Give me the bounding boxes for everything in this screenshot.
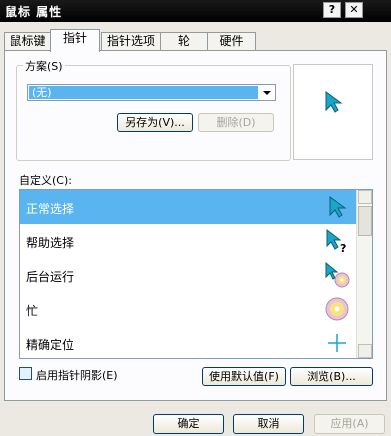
tab-pointer-options[interactable]: 指针选项 — [101, 32, 161, 51]
scroll-down-button[interactable] — [358, 344, 372, 358]
scroll-thumb[interactable] — [358, 206, 372, 236]
scheme-group: 方案(S) (无) 另存为(V)... 删除(D) — [16, 58, 291, 161]
list-item[interactable]: 忙 — [20, 292, 360, 326]
customize-label: 自定义(C): — [19, 174, 72, 187]
list-scrollbar[interactable] — [356, 190, 372, 358]
enable-pointer-shadow-checkbox[interactable] — [19, 367, 32, 380]
list-item[interactable]: 正常选择 — [20, 190, 360, 224]
scheme-value: (无) — [29, 86, 258, 99]
cursor-preview — [293, 64, 373, 160]
list-item-label: 正常选择 — [26, 202, 75, 216]
ok-button[interactable]: 确定 — [153, 414, 224, 434]
tab-pointers[interactable]: 指针 — [50, 29, 100, 52]
list-item[interactable]: 精确定位 — [20, 326, 360, 358]
help-cursor-icon: ? — [326, 228, 346, 254]
enable-pointer-shadow-label: 启用指针阴影(E) — [36, 369, 118, 382]
title-bar: 鼠标 属性 ? ✕ — [0, 0, 391, 22]
svg-text:?: ? — [340, 242, 346, 254]
busy-cursor-icon — [325, 297, 349, 321]
crosshair-cursor-icon — [328, 334, 346, 352]
cancel-button[interactable]: 取消 — [233, 414, 304, 434]
window-title: 鼠标 属性 — [5, 5, 63, 19]
help-button[interactable]: ? — [323, 2, 341, 18]
save-as-button[interactable]: 另存为(V)... — [117, 113, 193, 132]
arrow-cursor-icon — [329, 196, 347, 218]
list-item-label: 忙 — [26, 304, 39, 318]
close-button[interactable]: ✕ — [345, 2, 363, 18]
working-in-background-cursor-icon — [325, 262, 350, 288]
use-default-button[interactable]: 使用默认值(F) — [202, 367, 286, 386]
list-item-label: 精确定位 — [26, 338, 75, 352]
list-item-label: 帮助选择 — [26, 236, 75, 250]
list-item-label: 后台运行 — [26, 270, 75, 284]
list-item[interactable]: 后台运行 — [20, 258, 360, 292]
scheme-label: 方案(S) — [23, 58, 65, 74]
delete-button[interactable]: 删除(D) — [198, 113, 274, 132]
cursor-list[interactable]: 正常选择 帮助选择 ? 后台运行 忙 精确定位 — [19, 189, 373, 359]
apply-button[interactable]: 应用(A) — [314, 414, 385, 434]
tab-buttons[interactable]: 鼠标键 — [4, 32, 51, 51]
pointers-panel: 方案(S) (无) 另存为(V)... 删除(D) 自定义(C): 正常选择 帮… — [4, 50, 387, 401]
chevron-down-icon[interactable] — [260, 86, 274, 99]
arrow-cursor-icon — [325, 91, 343, 113]
tab-wheel[interactable]: 轮 — [160, 32, 208, 51]
dialog-body: 鼠标键 指针 指针选项 轮 硬件 方案(S) (无) 另存为(V)... 删除(… — [0, 22, 391, 436]
list-item[interactable]: 帮助选择 ? — [20, 224, 360, 258]
scroll-up-button[interactable] — [358, 190, 372, 204]
browse-button[interactable]: 浏览(B)... — [290, 367, 373, 386]
tab-hardware[interactable]: 硬件 — [207, 32, 256, 51]
scheme-select[interactable]: (无) — [27, 84, 276, 101]
